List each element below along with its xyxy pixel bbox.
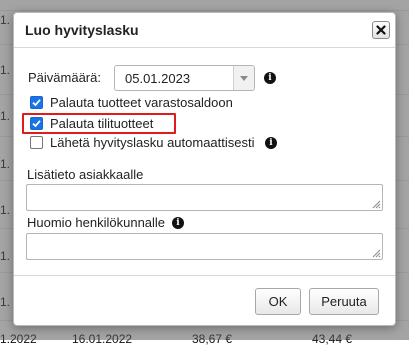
checkbox-return-stock-box[interactable] <box>30 96 43 109</box>
close-button[interactable] <box>372 21 390 39</box>
chevron-down-icon <box>240 75 248 81</box>
dialog-title: Luo hyvityslasku <box>25 22 139 38</box>
date-value: 05.01.2023 <box>125 71 191 86</box>
staff-note-input[interactable] <box>26 233 383 260</box>
customer-note-input[interactable] <box>26 184 383 211</box>
check-icon <box>32 120 41 128</box>
checkbox-send-automatically-label: Lähetä hyvityslasku automaattisesti <box>50 135 255 150</box>
checkbox-return-stock-label: Palauta tuotteet varastosaldoon <box>50 95 233 110</box>
resize-grip-icon[interactable] <box>371 199 381 209</box>
close-icon <box>376 25 386 35</box>
dialog-header: Luo hyvityslasku <box>14 13 395 48</box>
info-icon[interactable]: i <box>265 137 277 149</box>
checkbox-send-automatically-box[interactable] <box>30 136 43 149</box>
customer-note-label: Lisätieto asiakkaalle <box>27 167 144 182</box>
info-icon[interactable]: i <box>264 72 276 84</box>
credit-invoice-dialog: Luo hyvityslasku Päivämäärä: 05.01.2023 … <box>13 12 396 326</box>
info-icon[interactable]: i <box>172 217 184 229</box>
checkbox-return-account-products-box[interactable] <box>30 117 43 130</box>
staff-note-label: Huomio henkilökunnalle <box>27 215 166 230</box>
date-select[interactable]: 05.01.2023 <box>114 65 255 91</box>
check-icon <box>32 99 41 107</box>
resize-grip-icon[interactable] <box>371 248 381 258</box>
checkbox-return-account-products-label: Palauta tilituotteet <box>50 116 154 131</box>
dialog-footer: OK Peruuta <box>14 275 395 326</box>
ok-button[interactable]: OK <box>255 288 301 315</box>
date-label: Päivämäärä: <box>28 70 101 85</box>
date-dropdown-toggle[interactable] <box>233 66 254 90</box>
cancel-button[interactable]: Peruuta <box>309 288 379 315</box>
